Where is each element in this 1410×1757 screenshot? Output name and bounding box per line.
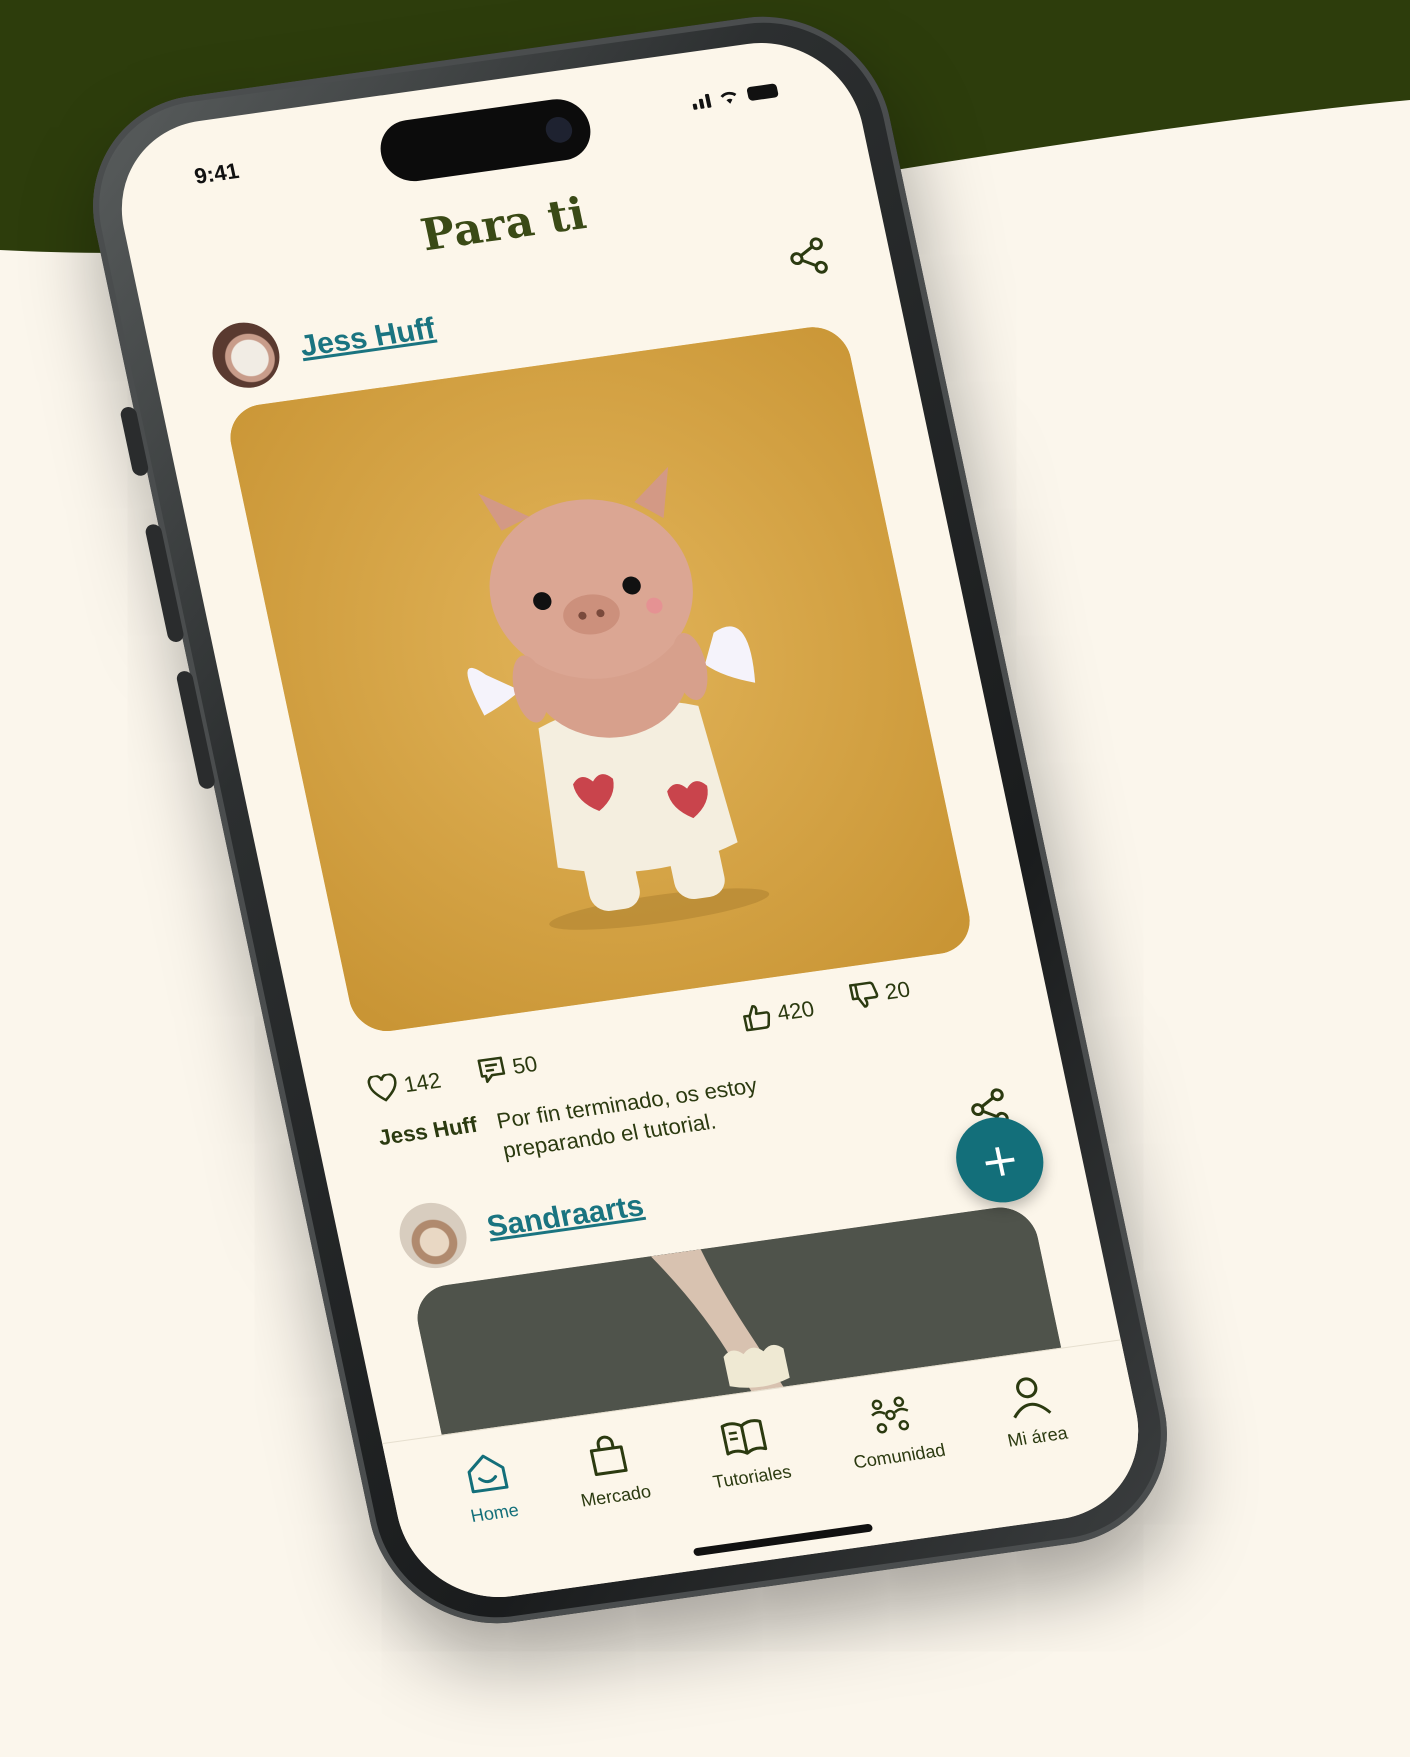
nav-label: Tutoriales bbox=[711, 1461, 794, 1493]
status-icons bbox=[690, 82, 779, 110]
like-stat[interactable]: 142 bbox=[366, 1067, 444, 1105]
status-time: 9:41 bbox=[192, 158, 242, 189]
bag-icon bbox=[589, 1435, 628, 1477]
battery-icon bbox=[746, 83, 779, 102]
nav-item-mercado[interactable]: Mercado bbox=[568, 1428, 668, 1584]
user-icon bbox=[1013, 1377, 1052, 1419]
nav-label: Comunidad bbox=[851, 1439, 948, 1473]
comment-count: 50 bbox=[510, 1051, 540, 1079]
username-link[interactable]: Jess Huff bbox=[297, 312, 438, 364]
nav-item-comunidad[interactable]: Comunidad bbox=[840, 1387, 962, 1546]
thumbs-up-count: 420 bbox=[774, 995, 817, 1026]
heart-icon bbox=[367, 1072, 397, 1102]
post-photo[interactable] bbox=[223, 322, 977, 1036]
thumbs-down-stat[interactable]: 20 bbox=[847, 975, 913, 1013]
thumbs-down-icon bbox=[848, 981, 879, 1008]
signal-icon bbox=[690, 92, 712, 110]
thumbs-up-icon bbox=[743, 1005, 771, 1032]
wifi-icon bbox=[720, 91, 737, 104]
like-count: 142 bbox=[401, 1067, 444, 1098]
share-icon[interactable] bbox=[785, 235, 833, 280]
caption-author[interactable]: Jess Huff bbox=[376, 1112, 480, 1150]
community-icon bbox=[871, 1396, 910, 1434]
nav-item-mi-area[interactable]: Mi área bbox=[994, 1370, 1085, 1524]
nav-label: Mi área bbox=[1005, 1422, 1070, 1451]
username-link[interactable]: Sandraarts bbox=[484, 1189, 647, 1244]
nav-item-home[interactable]: Home bbox=[458, 1447, 537, 1599]
comment-icon bbox=[477, 1056, 506, 1084]
nav-label: Mercado bbox=[579, 1481, 653, 1511]
nav-label: Home bbox=[468, 1499, 521, 1527]
thumbs-up-stat[interactable]: 420 bbox=[739, 994, 817, 1033]
amigurumi-pig-image bbox=[223, 322, 977, 1036]
thumbs-down-count: 20 bbox=[882, 976, 913, 1005]
dynamic-island bbox=[374, 95, 597, 186]
home-icon bbox=[467, 1454, 509, 1494]
comment-stat[interactable]: 50 bbox=[474, 1049, 540, 1087]
avatar[interactable] bbox=[206, 318, 286, 393]
avatar[interactable] bbox=[393, 1198, 473, 1273]
book-icon bbox=[720, 1419, 768, 1456]
